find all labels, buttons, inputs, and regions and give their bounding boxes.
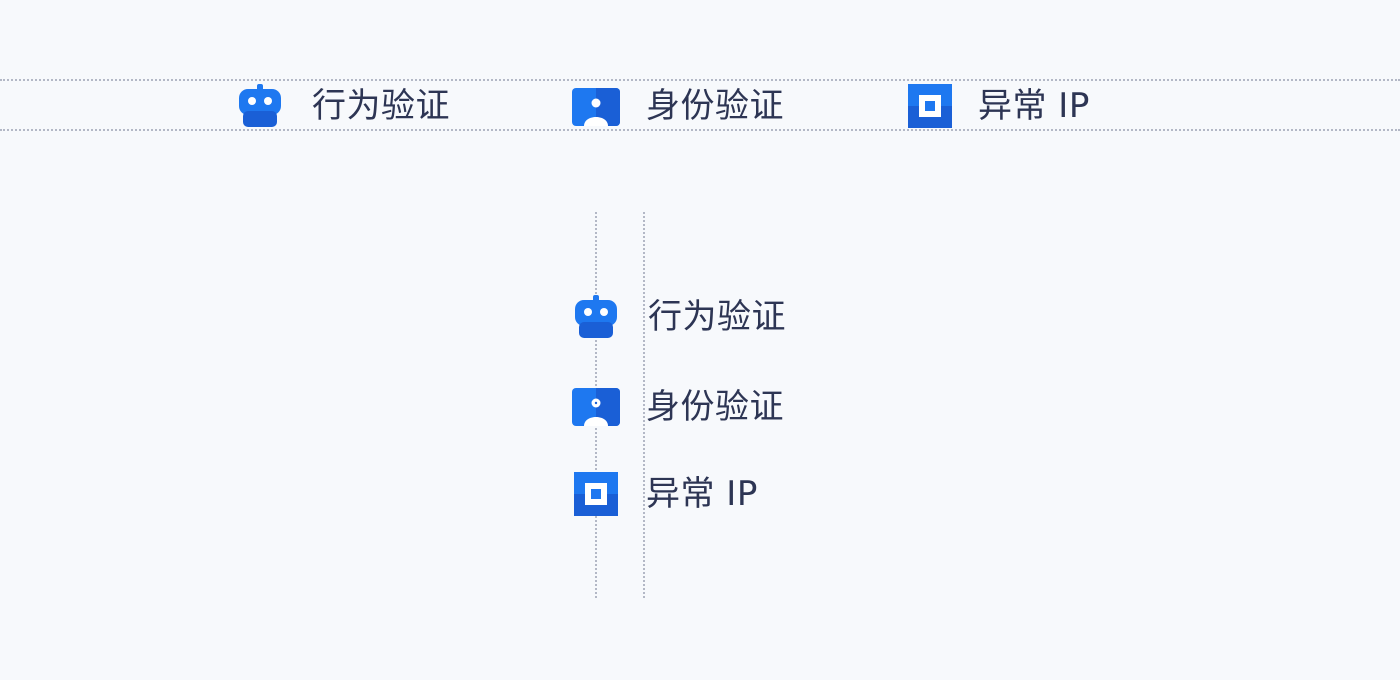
- identity-verify-label: 身份验证: [646, 387, 784, 427]
- robot-icon: [239, 84, 281, 127]
- id-card-icon: [572, 388, 620, 426]
- identity-verify-label: 身份验证: [646, 86, 784, 126]
- behavior-verify-item: 行为验证: [238, 84, 450, 128]
- abnormal-ip-item: 异常 IP: [574, 472, 758, 516]
- bottom-guide-line: [0, 129, 1400, 131]
- top-guide-line: [0, 79, 1400, 81]
- abnormal-ip-label: 异常 IP: [646, 474, 758, 514]
- behavior-verify-label: 行为验证: [648, 297, 786, 337]
- behavior-verify-item: 行为验证: [574, 295, 786, 339]
- identity-verify-item: 身份验证: [572, 386, 784, 428]
- identity-verify-item: 身份验证: [572, 84, 784, 128]
- id-card-icon: [572, 88, 620, 126]
- robot-icon: [575, 295, 617, 338]
- square-ip-icon: [574, 472, 618, 516]
- square-ip-icon: [908, 84, 952, 128]
- abnormal-ip-label: 异常 IP: [978, 86, 1090, 126]
- abnormal-ip-item: 异常 IP: [908, 84, 1090, 128]
- behavior-verify-label: 行为验证: [312, 86, 450, 126]
